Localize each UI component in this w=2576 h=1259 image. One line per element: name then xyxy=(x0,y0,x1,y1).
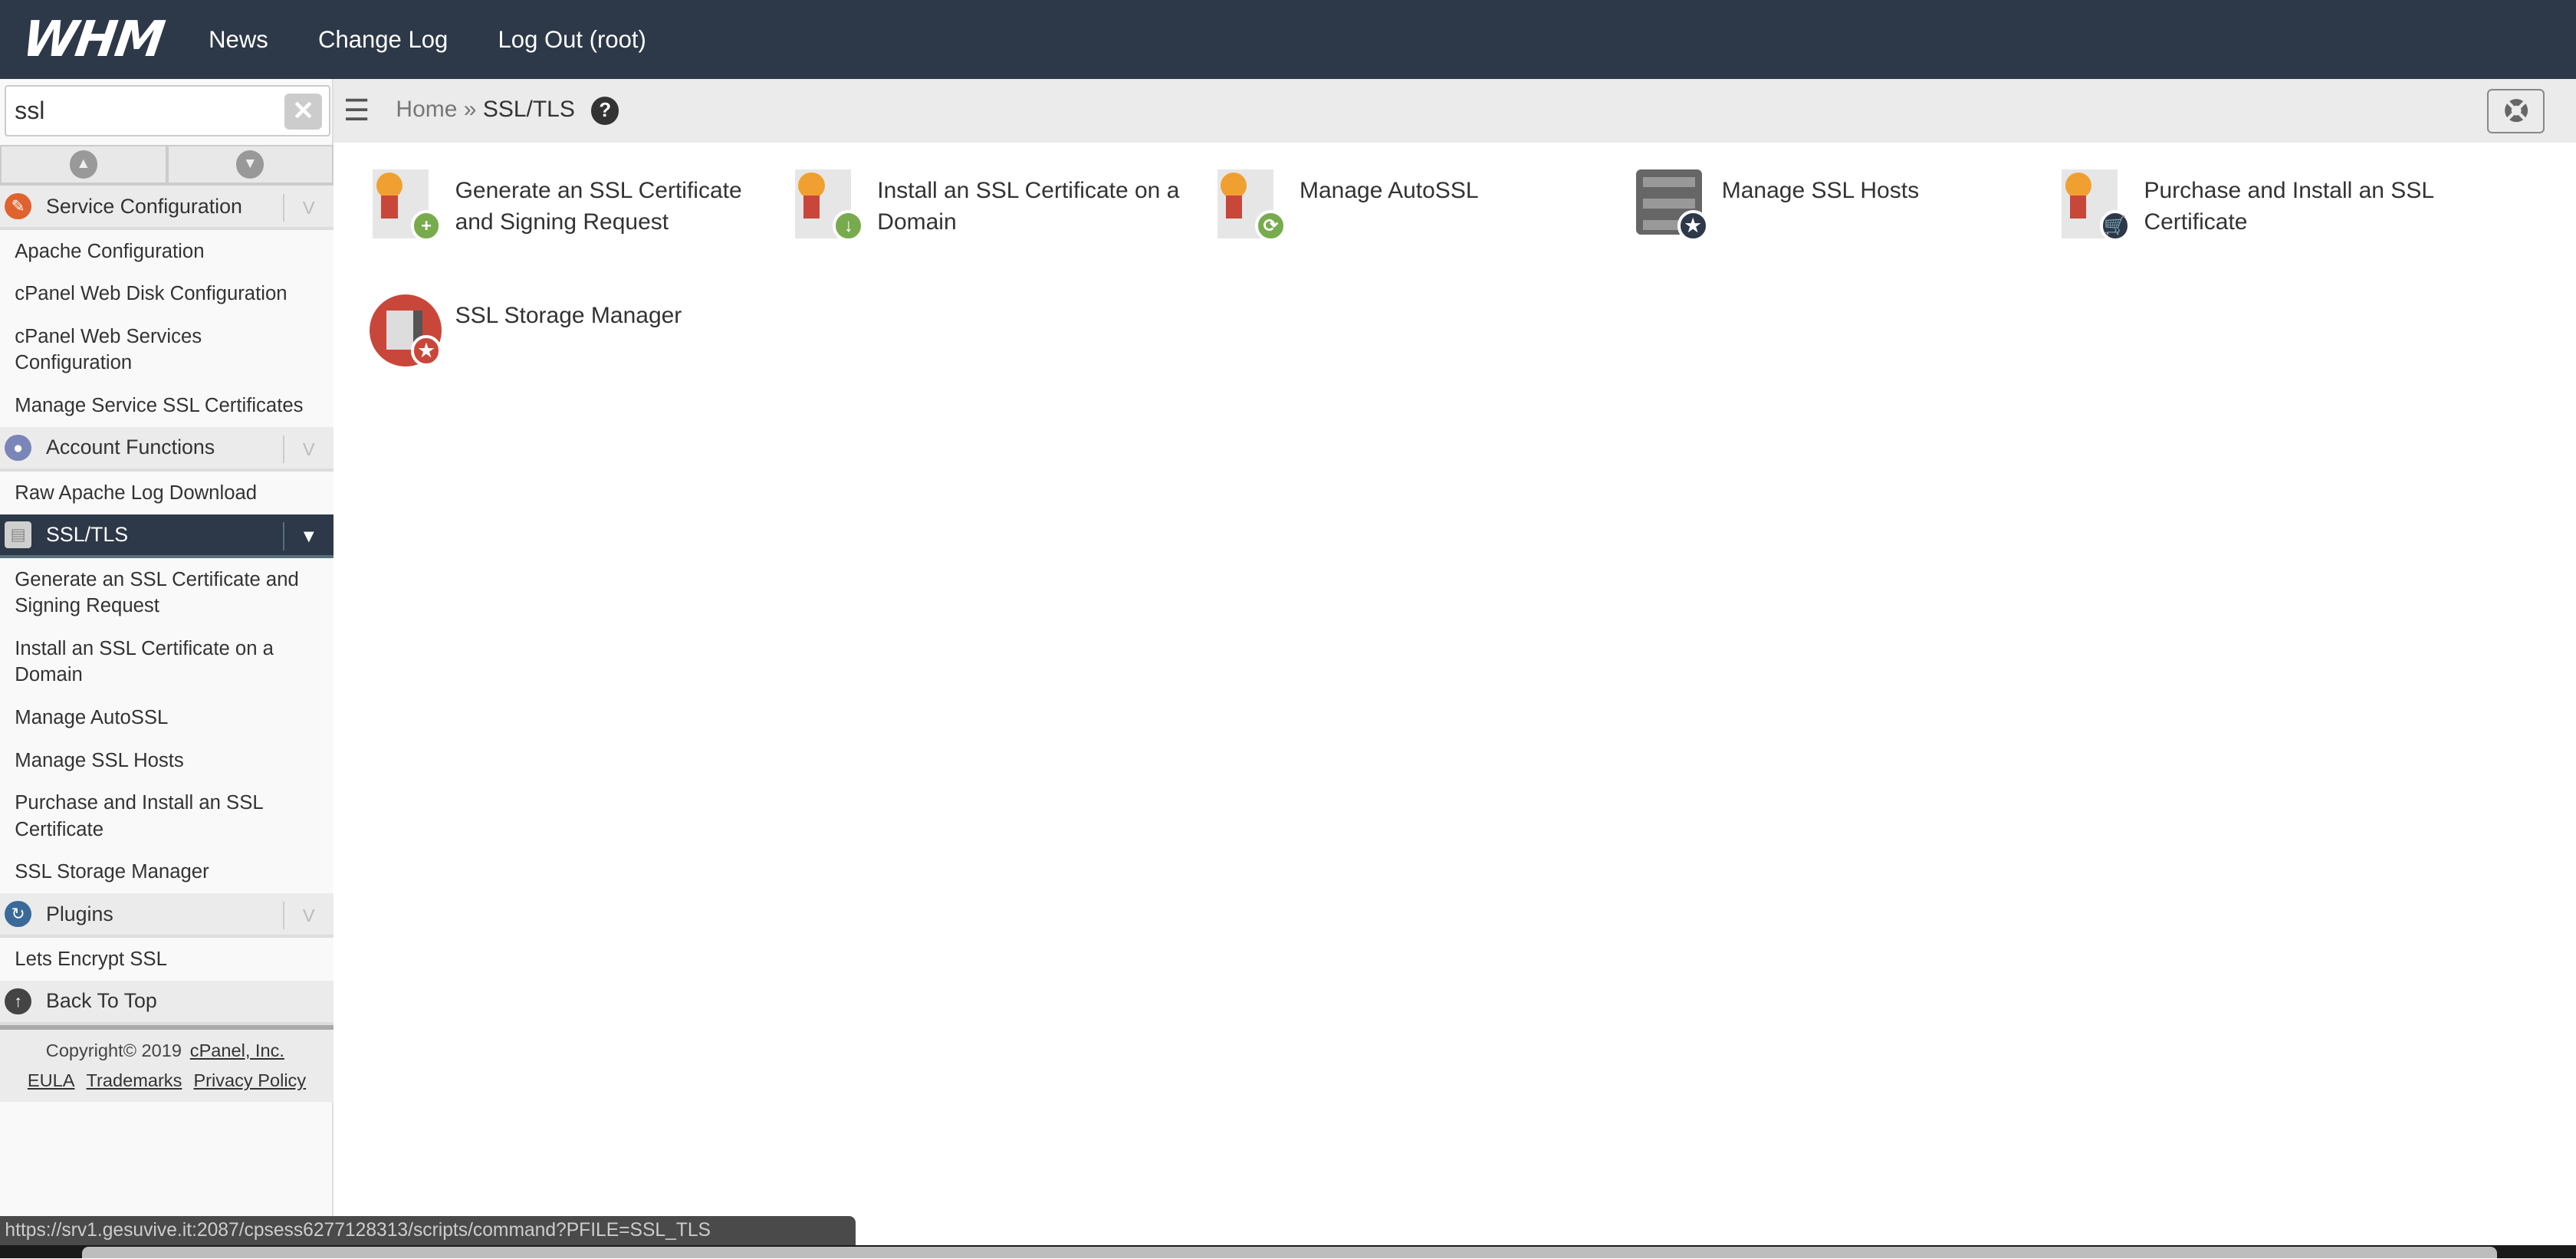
whm-window: WHM News Change Log Log Out (root) ✕ ▲ ▼… xyxy=(0,0,2576,1259)
help-icon[interactable]: ? xyxy=(591,97,619,125)
whm-logo[interactable]: WHM xyxy=(19,11,192,68)
eula-link[interactable]: EULA xyxy=(28,1070,75,1090)
search-input[interactable] xyxy=(6,87,270,136)
arrow-up-icon: ▲ xyxy=(69,150,97,179)
sidebar: ✕ ▲ ▼ ✎ Service Configuration V Apache Conf… xyxy=(0,78,334,1259)
sidebar-group-label: Service Configuration xyxy=(45,194,242,218)
feature-tile[interactable]: ★ SSL Storage Manager xyxy=(370,294,792,419)
sidebar-group-ssl-tls[interactable]: ▤ SSL/TLS ▼ xyxy=(0,514,334,559)
user-gear-icon: ● xyxy=(5,434,31,462)
sidebar-item[interactable]: cPanel Web Services Configuration xyxy=(0,315,334,385)
wrench-icon: ✎ xyxy=(5,192,31,220)
sidebar-item[interactable]: Raw Apache Log Download xyxy=(0,471,334,514)
feature-tile[interactable]: ⟳ Manage AutoSSL xyxy=(1214,169,1637,294)
privacy-policy-link[interactable]: Privacy Policy xyxy=(193,1070,306,1090)
scroll-buttons: ▲ ▼ xyxy=(0,144,334,186)
plug-icon: ↻ xyxy=(5,901,31,928)
sidebar-item[interactable]: Generate an SSL Certificate and Signing … xyxy=(0,558,334,628)
copyright-text: Copyright© 2019 xyxy=(45,1040,182,1061)
sidebar-item[interactable]: SSL Storage Manager xyxy=(0,850,334,894)
feature-tile-label: SSL Storage Manager xyxy=(455,303,682,329)
chevron-down-icon[interactable]: V xyxy=(282,435,334,464)
feature-tile[interactable]: 🛒 Purchase and Install an SSL Certificate xyxy=(2058,169,2481,294)
nav-change-log[interactable]: Change Log xyxy=(318,26,448,53)
cart-ssl-icon: 🛒 xyxy=(2058,169,2131,242)
feature-tile-label: Install an SSL Certificate on a Domain xyxy=(877,178,1180,235)
sidebar-item[interactable]: Manage Service SSL Certificates xyxy=(0,384,334,427)
arrow-up-circle-icon: ↑ xyxy=(5,988,31,1014)
feature-tile-label: Manage AutoSSL xyxy=(1300,178,1479,204)
support-button[interactable] xyxy=(2487,88,2545,133)
breadcrumb-bar: ☰ Home » SSL/TLS ? xyxy=(334,78,2576,143)
download-ssl-icon: ↓ xyxy=(792,169,865,242)
feature-tile[interactable]: ↓ Install an SSL Certificate on a Domain xyxy=(792,169,1214,294)
feature-grid: + Generate an SSL Certificate and Signing… xyxy=(370,169,2571,419)
storage-ssl-icon: ★ xyxy=(370,294,442,367)
search-box: ✕ xyxy=(5,85,330,136)
nav-news[interactable]: News xyxy=(209,26,268,53)
refresh-ssl-icon: ⟳ xyxy=(1214,169,1286,242)
clear-icon[interactable]: ✕ xyxy=(284,93,323,130)
sidebar-group-account-functions[interactable]: ● Account Functions V xyxy=(0,427,334,472)
sidebar-group-service-configuration[interactable]: ✎ Service Configuration V xyxy=(0,186,334,230)
nav-logout[interactable]: Log Out (root) xyxy=(498,26,646,53)
breadcrumb-home[interactable]: Home xyxy=(396,97,457,122)
cpanel-link[interactable]: cPanel, Inc. xyxy=(190,1040,284,1060)
feature-tile[interactable]: ★ Manage SSL Hosts xyxy=(1636,169,2058,294)
status-bar-url: https://srv1.gesuvive.it:2087/cpsess6277… xyxy=(0,1215,856,1246)
chevron-down-icon[interactable]: V xyxy=(282,193,334,222)
arrow-down-icon: ▼ xyxy=(236,150,264,179)
sidebar-item[interactable]: Lets Encrypt SSL xyxy=(0,938,334,981)
sidebar-group-label: SSL/TLS xyxy=(45,522,129,546)
feature-tile-label: Purchase and Install an SSL Certificate xyxy=(2144,178,2433,235)
collapse-menu-icon[interactable]: ☰ xyxy=(343,94,380,128)
sidebar-item[interactable]: cPanel Web Disk Configuration xyxy=(0,272,334,316)
back-to-top-button[interactable]: ↑ Back To Top xyxy=(0,980,334,1025)
sidebar-item[interactable]: Purchase and Install an SSL Certificate xyxy=(0,781,334,851)
feature-tile[interactable]: + Generate an SSL Certificate and Signing… xyxy=(370,169,792,294)
chevron-down-icon[interactable]: V xyxy=(282,902,334,930)
top-nav: News Change Log Log Out (root) xyxy=(187,25,667,54)
lifebuoy-icon xyxy=(2504,99,2528,123)
breadcrumb-separator: » xyxy=(463,97,477,123)
breadcrumb: Home » SSL/TLS ? xyxy=(396,97,619,125)
scroll-up-button[interactable]: ▲ xyxy=(0,144,167,185)
sidebar-list: ✎ Service Configuration V Apache Configurat… xyxy=(0,186,334,1102)
trademarks-link[interactable]: Trademarks xyxy=(87,1070,182,1090)
sidebar-item[interactable]: Apache Configuration xyxy=(0,229,334,273)
server-ssl-icon: ★ xyxy=(1636,169,1709,242)
caret-down-icon[interactable]: ▼ xyxy=(282,522,334,551)
sidebar-item[interactable]: Manage AutoSSL xyxy=(0,696,334,739)
top-bar: WHM News Change Log Log Out (root) xyxy=(0,0,2576,79)
sidebar-group-plugins[interactable]: ↻ Plugins V xyxy=(0,893,334,938)
sidebar-group-label: Account Functions xyxy=(45,436,215,459)
sidebar-item[interactable]: Manage SSL Hosts xyxy=(0,739,334,782)
sidebar-group-label: Plugins xyxy=(45,902,113,925)
feature-tile-label: Generate an SSL Certificate and Signing … xyxy=(455,178,742,235)
breadcrumb-current: SSL/TLS xyxy=(482,97,575,123)
taskbar xyxy=(0,1245,2576,1259)
sidebar-footer: Copyright© 2019 cPanel, Inc. EULA Tradem… xyxy=(0,1024,334,1102)
sidebar-item[interactable]: Install an SSL Certificate on a Domain xyxy=(0,627,334,697)
plus-ssl-icon: + xyxy=(370,169,442,242)
feature-tile-label: Manage SSL Hosts xyxy=(1721,178,1920,204)
certificate-lock-icon: ▤ xyxy=(5,521,31,548)
back-to-top-label: Back To Top xyxy=(45,989,157,1013)
scroll-down-button[interactable]: ▼ xyxy=(166,144,334,185)
